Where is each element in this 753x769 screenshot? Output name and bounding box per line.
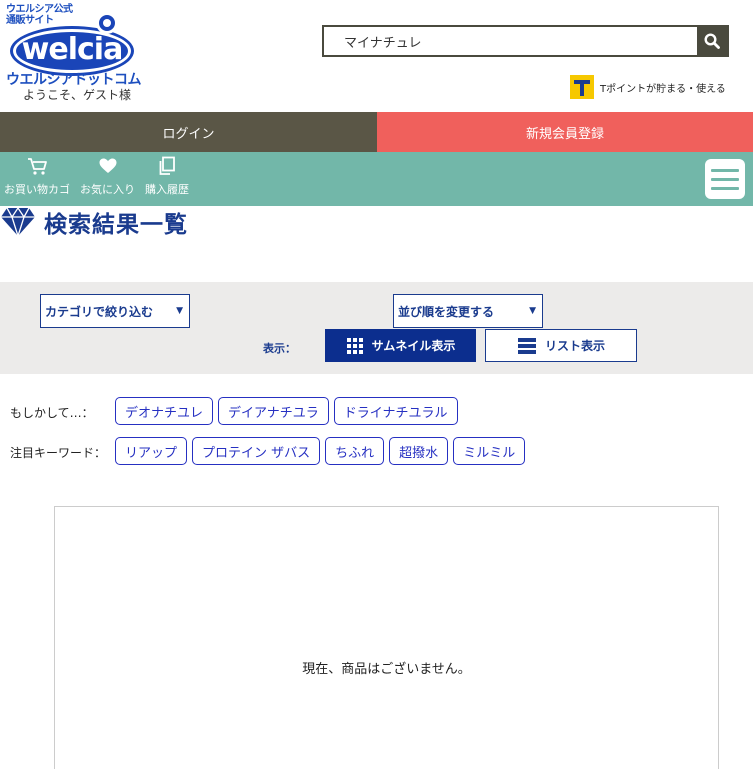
logo-wordmark: welcia: [21, 31, 124, 67]
welcome-message: ようこそ、ゲスト様: [23, 88, 132, 102]
featured-keyword-label: 注目キーワード：: [10, 445, 107, 460]
no-results-message: 現在、商品はございません。: [302, 662, 471, 677]
tpoint-text: Tポイントが貯まる・使える: [600, 83, 726, 95]
site-header: ウエルシア公式 通販サイト welcia ウエルシアドットコム ようこそ、ゲスト…: [0, 0, 753, 112]
search-results-panel: 現在、商品はございません。: [54, 506, 719, 769]
heart-icon: [99, 158, 116, 173]
search-icon: [704, 33, 720, 49]
category-select[interactable]: カテゴリで絞り込む ▼: [40, 294, 190, 328]
suggestion-label: もしかして…：: [10, 405, 94, 420]
login-button[interactable]: ログイン: [0, 112, 377, 152]
nav-history-label: 購入履歴: [145, 183, 189, 196]
suggestion-row: もしかして…：: [0, 398, 94, 426]
suggestion-chip[interactable]: デイアナチユラ: [218, 397, 329, 425]
nav-cart[interactable]: お買い物カゴ: [4, 156, 70, 197]
view-mode-label: 表示：: [263, 342, 296, 355]
logo-tagline: ウエルシア公式 通販サイト: [6, 4, 73, 26]
menu-line-icon: [711, 168, 739, 172]
hamburger-menu-button[interactable]: [705, 159, 745, 199]
menu-line-icon: [711, 177, 739, 181]
featured-keyword-row: 注目キーワード：: [0, 438, 106, 466]
nav-cart-label: お買い物カゴ: [4, 183, 70, 196]
dropdown-arrow-icon: ▼: [176, 306, 183, 316]
nav-history[interactable]: 購入履歴: [145, 156, 189, 197]
logo-tagline-line1: ウエルシア公式: [6, 4, 73, 15]
thumbnail-view-button[interactable]: サムネイル表示: [325, 329, 476, 362]
page-title-area: 検索結果一覧: [0, 204, 188, 240]
search-input[interactable]: [324, 27, 697, 55]
category-select-label: カテゴリで絞り込む: [45, 304, 154, 319]
sort-select-label: 並び順を変更する: [398, 304, 495, 319]
dropdown-arrow-icon: ▼: [529, 306, 536, 316]
menu-line-icon: [711, 186, 739, 190]
keyword-chip[interactable]: プロテイン ザバス: [192, 437, 321, 465]
register-button[interactable]: 新規会員登録: [377, 112, 753, 152]
page-title: 検索結果一覧: [44, 212, 188, 238]
logo-dot: [96, 12, 118, 34]
cart-icon: [28, 158, 47, 175]
sort-select[interactable]: 並び順を変更する ▼: [393, 294, 543, 328]
grid-icon: [346, 337, 363, 354]
filter-panel: カテゴリで絞り込む ▼ 並び順を変更する ▼ 表示： サムネイル表示 リスト表示: [0, 282, 753, 374]
history-document-icon: [159, 156, 175, 175]
logo-tagline-line2: 通販サイト: [6, 15, 54, 26]
keyword-chip[interactable]: ちふれ: [325, 437, 385, 465]
diamond-icon: [1, 206, 35, 237]
keyword-chip[interactable]: ミルミル: [453, 437, 526, 465]
search-button[interactable]: [697, 27, 727, 55]
keyword-chip[interactable]: リアップ: [115, 437, 188, 465]
tpoint-logo-icon: [570, 75, 594, 99]
tpoint-banner[interactable]: Tポイントが貯まる・使える: [570, 75, 726, 99]
nav-favorites[interactable]: お気に入り: [80, 156, 135, 197]
thumbnail-view-label: サムネイル表示: [371, 339, 456, 353]
suggestion-chips: デオナチユレ デイアナチユラ ドライナチユラル: [115, 397, 458, 425]
nav-bar: お買い物カゴ お気に入り 購入履歴: [0, 152, 753, 206]
featured-keyword-chips: リアップ プロテイン ザバス ちふれ 超撥水 ミルミル: [115, 437, 526, 465]
suggestion-chip[interactable]: ドライナチユラル: [333, 397, 458, 425]
nav-favorites-label: お気に入り: [80, 183, 135, 196]
search-bar: [322, 25, 729, 57]
list-view-button[interactable]: リスト表示: [485, 329, 637, 362]
suggestion-chip[interactable]: デオナチユレ: [115, 397, 214, 425]
list-view-label: リスト表示: [544, 339, 605, 353]
list-icon: [517, 337, 536, 354]
keyword-chip[interactable]: 超撥水: [389, 437, 449, 465]
auth-bar: ログイン 新規会員登録: [0, 112, 753, 152]
